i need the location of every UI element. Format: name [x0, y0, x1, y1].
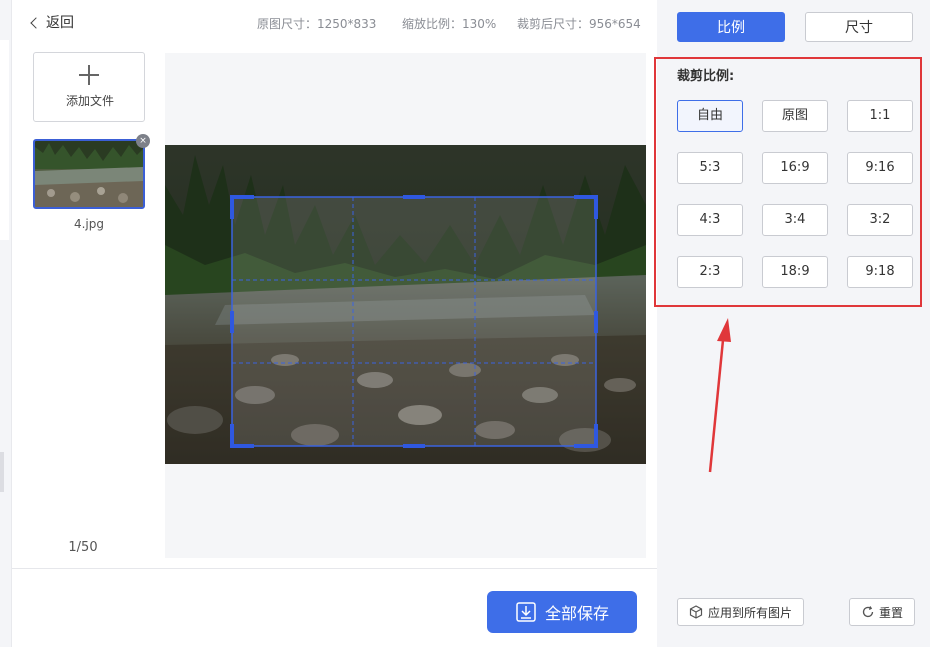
preview-photo[interactable]: [165, 145, 646, 464]
reset-label: 重置: [878, 605, 903, 620]
preview-canvas: [165, 53, 646, 558]
file-thumbnail[interactable]: [33, 139, 145, 209]
original-size-text: 原图尺寸：1250*833: [257, 17, 377, 31]
download-icon: [516, 602, 536, 622]
settings-panel: 比例 尺寸 裁剪比例: 自由 原图 1:1 5:3 16:9 9:16 4:3 …: [654, 0, 930, 647]
editor-area: 返回 原图尺寸：1250*833 缩放比例：130% 裁剪后尺寸：956*654…: [12, 0, 657, 647]
cropped-size-text: 裁剪后尺寸：956*654: [517, 17, 641, 31]
left-edge-highlight: [0, 40, 9, 240]
annotation-arrow-icon: [708, 318, 731, 473]
zoom-ratio-text: 缩放比例：130%: [402, 17, 497, 31]
chevron-left-icon: [30, 16, 42, 29]
save-all-button[interactable]: 全部保存: [487, 591, 637, 633]
back-label: 返回: [46, 15, 74, 31]
left-edge-handle[interactable]: [0, 452, 4, 492]
page-counter: 1/50: [68, 540, 98, 555]
refresh-icon: [862, 606, 874, 618]
remove-file-close-icon[interactable]: ×: [136, 134, 150, 148]
thumbnail-image: [35, 141, 143, 207]
add-file-label: 添加文件: [65, 94, 114, 108]
apply-all-label: 应用到所有图片: [707, 605, 792, 620]
add-file-button[interactable]: 添加文件: [33, 52, 145, 122]
apply-all-button[interactable]: 应用到所有图片: [677, 598, 804, 626]
thumbnail-filename: 4.jpg: [73, 217, 105, 231]
footer-divider: [12, 568, 657, 569]
save-all-label: 全部保存: [544, 604, 609, 623]
plus-icon: [79, 65, 99, 85]
cube-icon: [689, 605, 703, 619]
left-edge-bar: [0, 0, 12, 647]
back-button[interactable]: 返回: [30, 12, 74, 32]
reset-button[interactable]: 重置: [849, 598, 915, 626]
